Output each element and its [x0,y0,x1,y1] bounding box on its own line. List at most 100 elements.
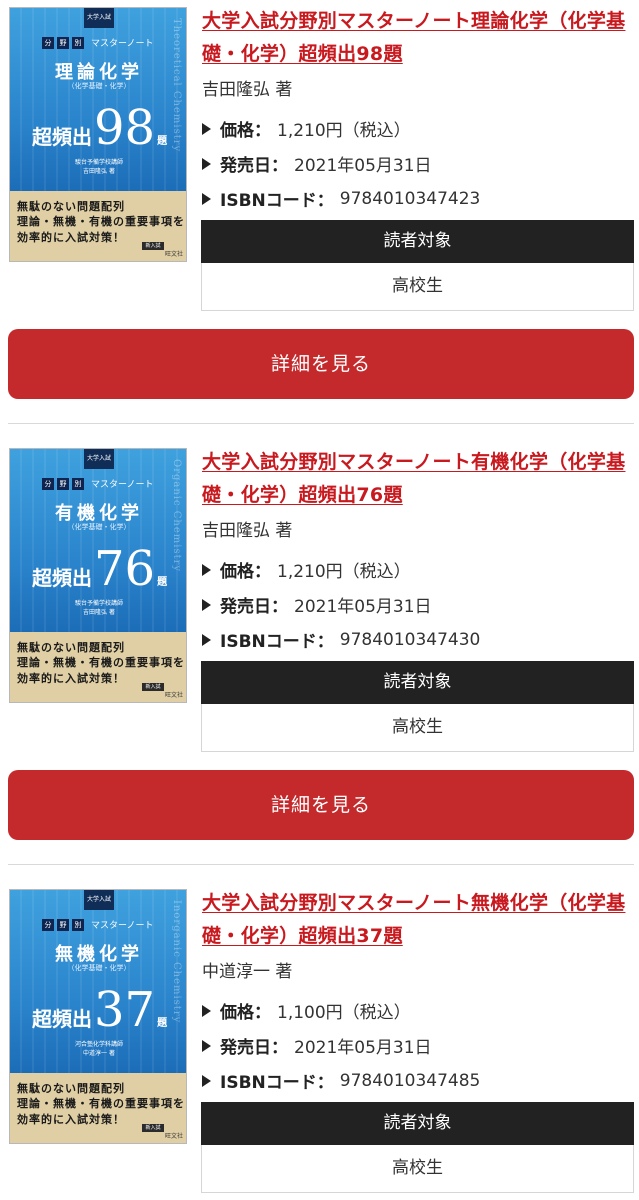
cover-series-cell: 野 [57,918,69,931]
price-value: 1,210円（税込） [277,562,411,582]
date-label: 発売日： [220,156,288,176]
price-row: 価格： 1,100円（税込） [202,998,411,1023]
cover-series: 分 野 別 マスターノート [42,477,153,490]
cover-publisher: 旺文社 [164,251,183,258]
cover-author: 駿台予備学校講師 吉田隆弘 著 [10,599,186,617]
cover-catch-line: 無駄のない問題配列 [17,1082,125,1095]
isbn-value: 9784010347430 [339,629,481,650]
cover-dai: 題 [157,577,168,588]
price-value: 1,100円（税込） [277,1003,411,1023]
cover-logo: 新入試 [142,242,164,250]
cover-catch: 無駄のない問題配列 理論・無機・有機の重要事項を 効率的に入試対策！ [17,199,185,245]
cover-badge: 大学入試 [84,449,114,469]
view-details-button[interactable]: 詳細を見る [8,329,634,399]
isbn-value: 9784010347485 [339,1070,481,1091]
cover-number: 76 [94,541,156,597]
price-value: 1,210円（税込） [277,121,411,141]
cover-number: 98 [94,100,156,156]
triangle-bullet-icon [202,598,211,611]
cover-vertical-text: Organic Chemistry [171,459,182,573]
cover-catch-line: 無駄のない問題配列 [17,641,125,654]
cover-series-text: マスターノート [91,921,154,931]
cover-author-line: 駿台予備学校講師 [74,600,123,607]
isbn-label: ISBNコード： [220,1073,334,1093]
isbn-row: ISBNコード： 9784010347430 [202,627,480,652]
date-row: 発売日： 2021年05月31日 [202,1033,432,1058]
book-title-link[interactable]: 大学入試分野別マスターノート無機化学（化学基礎・化学）超頻出37題 [202,887,632,953]
cover-bottom-band: 無駄のない問題配列 理論・無機・有機の重要事項を 効率的に入試対策！ 新入試 旺… [10,632,186,702]
price-label: 価格： [220,121,271,141]
cover-dai: 題 [157,136,168,147]
isbn-label: ISBNコード： [220,632,334,652]
cover-badge: 大学入試 [84,890,114,910]
triangle-bullet-icon [202,1074,211,1087]
date-label: 発売日： [220,1038,288,1058]
cover-number: 37 [94,982,156,1038]
cover-catch-line: 理論・無機・有機の重要事項を [17,656,185,670]
cover-catch-line: 無駄のない問題配列 [17,200,125,213]
triangle-bullet-icon [202,122,211,135]
cover-badge: 大学入試 [84,8,114,28]
cover-series-text: マスターノート [91,480,154,490]
reader-target-header: 読者対象 [201,1102,634,1145]
reader-target-value: 高校生 [201,263,634,311]
cover-bottom-band: 無駄のない問題配列 理論・無機・有機の重要事項を 効率的に入試対策！ 新入試 旺… [10,191,186,261]
book-cover-image[interactable]: 大学入試 分 野 別 マスターノート 有機化学 （化学基礎・化学） 超頻出 76… [9,448,187,703]
triangle-bullet-icon [202,157,211,170]
book-title-link[interactable]: 大学入試分野別マスターノート理論化学（化学基礎・化学）超頻出98題 [202,5,632,71]
cover-author-line: 中道淳一 著 [83,1050,115,1057]
cover-catch-line: 理論・無機・有機の重要事項を [17,1097,185,1111]
cover-freq-text: 超頻出 [32,125,92,149]
reader-target-value: 高校生 [201,1145,634,1193]
isbn-value: 9784010347423 [339,188,481,209]
item-divider [8,423,634,424]
cover-series-cell: 分 [42,918,54,931]
cover-author: 駿台予備学校講師 吉田隆弘 著 [10,158,186,176]
cover-frequency: 超頻出 37 題 [32,986,167,1034]
book-cover-image[interactable]: 大学入試 分 野 別 マスターノート 無機化学 （化学基礎・化学） 超頻出 37… [9,889,187,1144]
cover-series-cell: 分 [42,36,54,49]
cover-publisher: 旺文社 [164,692,183,699]
cover-author-line: 駿台予備学校講師 [74,159,123,166]
cover-subtitle: （化学基礎・化学） [67,82,131,90]
cover-author: 河合塾化学科講師 中道淳一 著 [10,1040,186,1058]
cover-series-cell: 別 [72,918,84,931]
view-details-button[interactable]: 詳細を見る [8,770,634,840]
date-value: 2021年05月31日 [294,156,432,176]
reader-target-value: 高校生 [201,704,634,752]
cover-vertical-text: Inorganic Chemistry [171,900,182,1024]
cover-frequency: 超頻出 76 題 [32,545,167,593]
cover-catch: 無駄のない問題配列 理論・無機・有機の重要事項を 効率的に入試対策！ [17,1081,185,1127]
cover-logo: 新入試 [142,1124,164,1132]
cover-freq-text: 超頻出 [32,1007,92,1031]
cover-publisher: 旺文社 [164,1133,183,1140]
date-row: 発売日： 2021年05月31日 [202,151,432,176]
isbn-row: ISBNコード： 9784010347423 [202,186,480,211]
date-value: 2021年05月31日 [294,1038,432,1058]
price-row: 価格： 1,210円（税込） [202,557,411,582]
cover-vertical-text: Theoretical Chemistry [171,18,182,153]
book-author: 吉田隆弘 著 [202,521,293,541]
book-cover-image[interactable]: 大学入試 分 野 別 マスターノート 理論化学 （化学基礎・化学） 超頻出 98… [9,7,187,262]
reader-target-header: 読者対象 [201,661,634,704]
date-row: 発売日： 2021年05月31日 [202,592,432,617]
book-title-link[interactable]: 大学入試分野別マスターノート有機化学（化学基礎・化学）超頻出76題 [202,446,632,512]
cover-subtitle: （化学基礎・化学） [67,964,131,972]
triangle-bullet-icon [202,1004,211,1017]
cover-series-cell: 野 [57,477,69,490]
isbn-row: ISBNコード： 9784010347485 [202,1068,480,1093]
cover-dai: 題 [157,1018,168,1029]
cover-series-cell: 別 [72,477,84,490]
date-label: 発売日： [220,597,288,617]
cover-series-text: マスターノート [91,39,154,49]
cover-series: 分 野 別 マスターノート [42,918,153,931]
cover-catch-line: 理論・無機・有機の重要事項を [17,215,185,229]
cover-series-cell: 別 [72,36,84,49]
cover-frequency: 超頻出 98 題 [32,104,167,152]
cover-series-cell: 分 [42,477,54,490]
triangle-bullet-icon [202,192,211,205]
cover-subtitle: （化学基礎・化学） [67,523,131,531]
price-row: 価格： 1,210円（税込） [202,116,411,141]
cover-series: 分 野 別 マスターノート [42,36,153,49]
cover-series-cell: 野 [57,36,69,49]
